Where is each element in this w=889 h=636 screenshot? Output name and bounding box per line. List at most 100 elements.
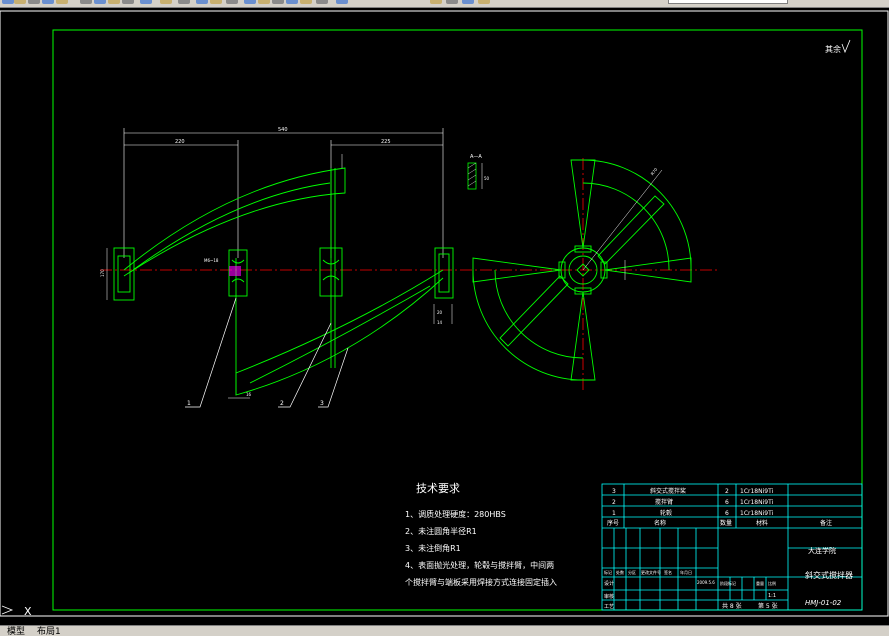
toolpalette-icon[interactable] [272, 0, 284, 4]
leader-3-label: 3 [320, 400, 324, 407]
drawing-canvas[interactable]: 其余 540 220 225 170 M6~18 20 14 16 A—A 50… [0, 8, 889, 625]
drawing-title: 斜交式搅拌器 [805, 570, 853, 580]
undo-icon[interactable] [140, 0, 152, 4]
layout-tabs-bar: 模型 布局1 [0, 625, 889, 636]
part-3-name: 斜交式搅拌桨 [650, 487, 686, 495]
dim-right-hub-text: 20 [437, 310, 443, 315]
sheet-boundary [0, 10, 889, 617]
sign-col-date: 年月日 [680, 569, 692, 575]
sign-col-zone: 分区 [628, 569, 636, 575]
match-icon[interactable] [122, 0, 134, 4]
layer-color-icon[interactable] [478, 0, 490, 4]
weight-label: 重量 [756, 580, 764, 586]
dim-base-w-text: 14 [437, 320, 443, 325]
dim-bore-note-text: M6~18 [204, 258, 219, 263]
pan-icon[interactable] [178, 0, 190, 4]
part-1-no: 1 [612, 510, 616, 517]
zoom-realtime-icon[interactable] [196, 0, 208, 4]
part-leaders [185, 297, 349, 408]
layer-icon[interactable] [430, 0, 442, 4]
calculator-icon[interactable] [316, 0, 328, 4]
part-2-name: 搅拌臂 [655, 498, 673, 506]
sheetset-icon[interactable] [286, 0, 298, 4]
properties-icon[interactable] [244, 0, 256, 4]
tech-item-1: 1、调质处理硬度：280HBS [405, 509, 506, 519]
zoom-previous-icon[interactable] [226, 0, 238, 4]
sign-design-label: 设计 [604, 580, 614, 587]
stage-mark-label: 阶段标记 [720, 580, 736, 586]
dim-radius-text: R70 [650, 167, 659, 177]
tech-item-2: 2、未注圆角半径R1 [405, 526, 477, 536]
ucs-icon [1, 605, 14, 615]
layer-dropdown[interactable] [668, 0, 788, 4]
scale-label: 比例 [768, 580, 776, 586]
roughness-text: 其余 [825, 44, 841, 54]
part-2-qty: 6 [725, 499, 729, 506]
tech-item-3: 3、未注倒角R1 [405, 543, 461, 553]
design-date: 2009.5.6 [697, 580, 715, 585]
paste-icon[interactable] [108, 0, 120, 4]
sign-review-label: 审核 [604, 593, 614, 600]
part-1-qty: 6 [725, 510, 729, 517]
tech-item-4: 4、表面抛光处理，轮毂与搅拌臂，中间两 [405, 560, 554, 570]
part-3-material: 1Cr18Ni9Ti [740, 488, 774, 495]
layer-state-icon[interactable] [446, 0, 458, 4]
technical-requirements: 技术要求 1、调质处理硬度：280HBS 2、未注圆角半径R1 3、未注倒角R1… [405, 482, 557, 587]
print-icon[interactable] [42, 0, 54, 4]
standard-toolbar [0, 0, 889, 8]
title-block-info: 大连学院 斜交式搅拌器 HMJ-01-02 2009.5.6 设计 审核 工艺 … [604, 546, 853, 610]
zoom-window-icon[interactable] [210, 0, 222, 4]
tech-title: 技术要求 [416, 482, 460, 495]
dim-left-span-text: 220 [175, 139, 185, 145]
scale-value: 1:1 [768, 593, 776, 599]
leader-2-label: 2 [280, 400, 284, 407]
section-view: A—A 50 [467, 154, 490, 190]
new-icon[interactable] [2, 0, 14, 4]
company-name: 大连学院 [808, 546, 836, 555]
section-label-text: A—A [470, 154, 482, 160]
drawing-number: HMJ-01-02 [805, 599, 842, 607]
header-no: 序号 [607, 519, 619, 527]
designcenter-icon[interactable] [258, 0, 270, 4]
dim-overall-text: 540 [278, 127, 288, 133]
dim-bottom-a-text: 16 [246, 392, 252, 397]
part-2-no: 2 [612, 499, 616, 506]
header-remark: 备注 [820, 519, 832, 527]
cut-icon[interactable] [80, 0, 92, 4]
dim-left-height-text: 170 [100, 269, 105, 277]
sign-col-signature: 签名 [664, 569, 672, 575]
roughness-note: 其余 [825, 39, 851, 54]
preview-icon[interactable] [56, 0, 68, 4]
sign-col-count: 处数 [616, 569, 624, 575]
sign-process-label: 工艺 [604, 604, 614, 610]
part-3-qty: 2 [725, 488, 729, 495]
command-prompt-symbol: X [24, 605, 32, 618]
part-1-name: 轮毂 [660, 509, 672, 517]
save-icon[interactable] [28, 0, 40, 4]
sign-col-doc: 更改文件号 [641, 569, 661, 575]
tech-item-5: 个搅拌臂与端板采用焊接方式连接固定插入 [405, 577, 557, 587]
layer-previous-icon[interactable] [462, 0, 474, 4]
header-qty: 数量 [720, 519, 732, 527]
copy-icon[interactable] [94, 0, 106, 4]
help-icon[interactable] [336, 0, 348, 4]
open-icon[interactable] [14, 0, 26, 4]
front-view-hubs [113, 247, 454, 301]
header-name: 名称 [654, 519, 666, 527]
markup-icon[interactable] [300, 0, 312, 4]
part-3-no: 3 [612, 488, 616, 495]
front-view-arms [123, 167, 444, 396]
redo-icon[interactable] [160, 0, 172, 4]
hub-weld-highlight [229, 266, 241, 276]
hub-dimensions [106, 154, 453, 399]
dim-right-span-text: 225 [381, 139, 391, 145]
part-2-material: 1Cr18Ni9Ti [740, 499, 774, 506]
header-material: 材料 [756, 519, 768, 527]
sign-col-mark: 标记 [604, 569, 612, 575]
dim-section-h-text: 50 [484, 176, 490, 181]
parts-list: 3 斜交式搅拌桨 2 1Cr18Ni9Ti 2 搅拌臂 6 1Cr18Ni9Ti… [607, 487, 832, 527]
roughness-symbol-icon [841, 39, 851, 54]
part-1-material: 1Cr18Ni9Ti [740, 510, 774, 517]
sheet-number: 第 5 张 [758, 602, 778, 610]
sheet-total: 共 8 张 [722, 602, 742, 610]
